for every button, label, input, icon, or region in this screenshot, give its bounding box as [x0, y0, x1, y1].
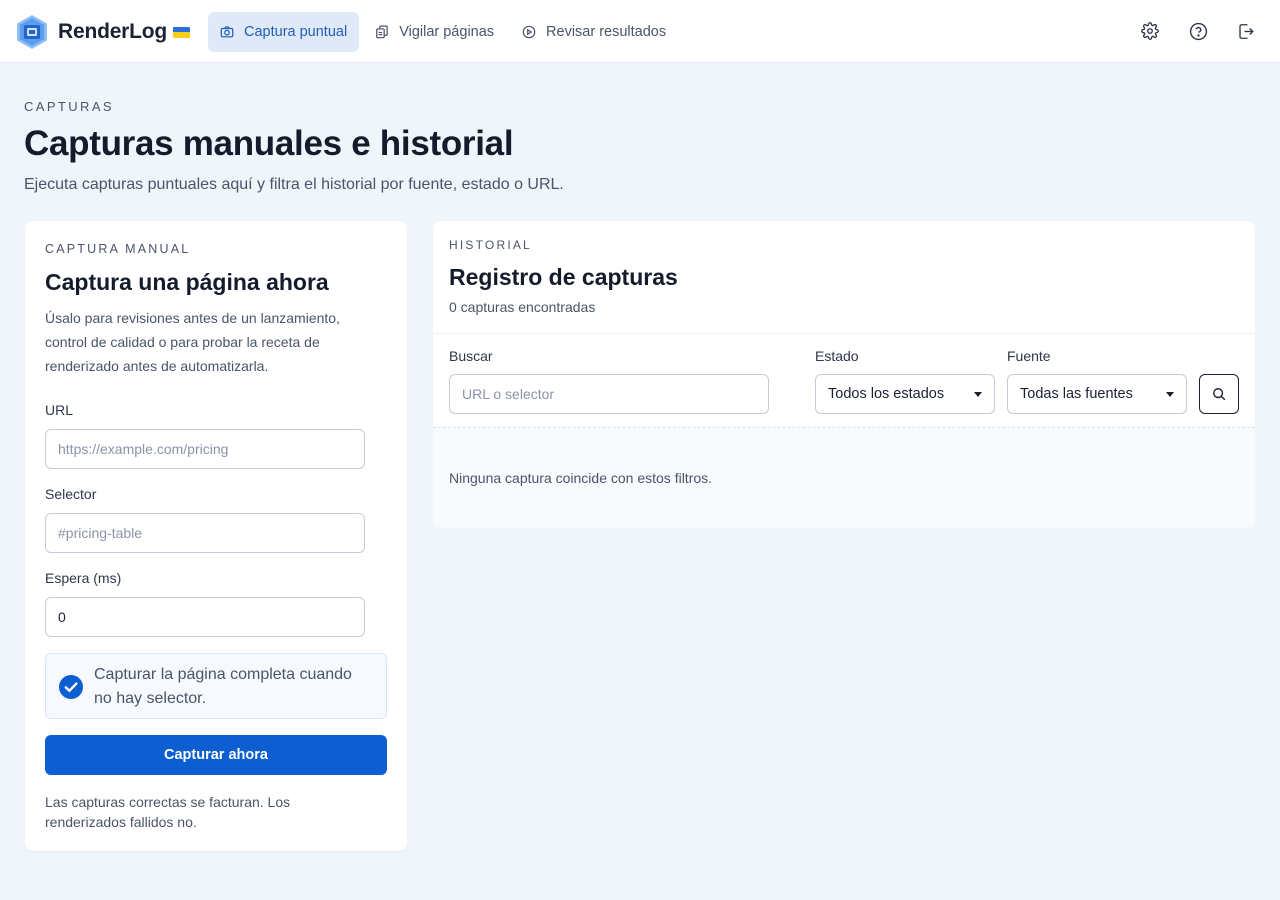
search-icon: [1213, 388, 1226, 401]
source-filter-select[interactable]: Todas las fuentes: [1007, 374, 1187, 414]
ukraine-flag-icon: [173, 26, 191, 38]
nav-item-label: Revisar resultados: [546, 24, 667, 40]
page-subtitle: Ejecuta capturas puntuales aquí y filtra…: [24, 176, 564, 193]
status-filter-value: Todos los estados: [828, 386, 945, 402]
url-label: URL: [45, 402, 74, 418]
search-button[interactable]: [1199, 374, 1239, 414]
wait-label: Espera (ms): [45, 570, 122, 586]
url-input[interactable]: [45, 429, 365, 469]
manual-capture-card: CAPTURA MANUAL Captura una página ahora …: [25, 221, 407, 851]
fullpage-checkbox[interactable]: [59, 675, 83, 699]
page-eyebrow: CAPTURAS: [24, 99, 114, 114]
logout-icon: [1239, 23, 1254, 39]
fullpage-checkbox-label: Capturar la página completa cuando no ha…: [94, 666, 352, 707]
source-filter-value: Todas las fuentes: [1020, 386, 1133, 402]
billing-footnote: Las capturas correctas se facturan. Los …: [45, 794, 291, 830]
history-eyebrow: HISTORIAL: [449, 238, 532, 252]
history-search-input[interactable]: [449, 374, 769, 414]
play-circle-icon: [522, 25, 536, 39]
nav-item-label: Captura puntual: [244, 24, 348, 40]
manual-capture-title: Captura una página ahora: [45, 269, 329, 295]
history-card: HISTORIAL Registro de capturas 0 captura…: [433, 221, 1255, 528]
capture-now-button[interactable]: Capturar ahora: [45, 735, 387, 775]
camera-icon: [220, 26, 234, 38]
source-filter-label: Fuente: [1007, 348, 1051, 364]
nav-item-captura-puntual[interactable]: Captura puntual: [208, 12, 360, 52]
caret-down-icon: [974, 391, 982, 397]
nav-item-vigilar-paginas[interactable]: Vigilar páginas: [363, 12, 506, 52]
history-empty-state: Ninguna captura coincide con estos filtr…: [433, 427, 1255, 528]
history-count: 0 capturas encontradas: [449, 299, 596, 315]
main-nav: Captura puntual Vigilar páginas Revisar …: [208, 12, 678, 52]
nav-item-revisar-resultados[interactable]: Revisar resultados: [510, 12, 678, 52]
fullpage-option: Capturar la página completa cuando no ha…: [45, 653, 387, 719]
empty-state-message: Ninguna captura coincide con estos filtr…: [449, 470, 713, 486]
brand-name: RenderLog: [58, 20, 168, 43]
selector-label: Selector: [45, 486, 97, 502]
manual-capture-eyebrow: CAPTURA MANUAL: [45, 242, 191, 256]
settings-button[interactable]: [1140, 20, 1160, 42]
history-title: Registro de capturas: [449, 264, 678, 290]
help-button[interactable]: [1188, 20, 1208, 42]
caret-down-icon: [1166, 391, 1174, 397]
brand[interactable]: RenderLog: [16, 14, 191, 50]
top-navigation-bar: RenderLog Captura puntual Vigilar página…: [0, 0, 1280, 63]
settings-icon: [1141, 22, 1159, 40]
page-title: Capturas manuales e historial: [24, 124, 514, 163]
status-filter-label: Estado: [815, 348, 859, 364]
manual-capture-description: Úsalo para revisiones antes de un lanzam…: [45, 310, 340, 374]
search-label: Buscar: [449, 348, 493, 364]
status-filter-select[interactable]: Todos los estados: [815, 374, 995, 414]
selector-input[interactable]: [45, 513, 365, 553]
wait-ms-input[interactable]: [45, 597, 365, 637]
nav-item-label: Vigilar páginas: [399, 24, 495, 40]
copy-pages-icon: [376, 25, 388, 39]
top-actions: [1140, 20, 1256, 42]
divider: [433, 333, 1255, 334]
help-icon: [1189, 22, 1207, 40]
renderlog-logo-icon: [17, 15, 47, 49]
logout-button[interactable]: [1236, 20, 1256, 42]
